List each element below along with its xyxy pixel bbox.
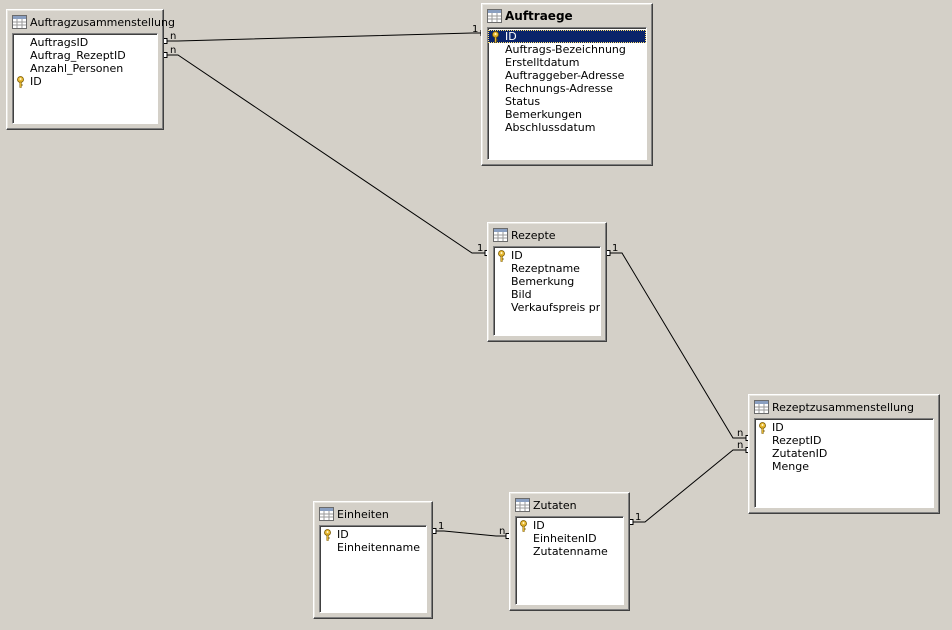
field-abschlussdatum[interactable]: Abschlussdatum [488,121,646,134]
field-anzahl-personen[interactable]: Anzahl_Personen [13,62,157,75]
field-verkaufspreis-pro-p[interactable]: Verkaufspreis pro P [494,301,600,314]
cardinality-1: 1 [438,521,444,532]
field-id[interactable]: ID [516,519,623,532]
field-list[interactable]: ID Auftrags-Bezeichnung Erstelltdatum Auftr… [487,27,647,160]
field-label: ID [30,75,42,88]
field-label: Rechnungs-Adresse [505,82,613,95]
field-list[interactable]: ID Rezeptname Bemerkung Bild Verkaufspreis p… [493,246,601,336]
cardinality-1: 1 [477,243,483,254]
relationship-canvas[interactable]: n 1 n 1 1 n 1 n 1 n Auftragzusammenstell… [0,0,952,630]
field-label: Verkaufspreis pro P [511,301,600,314]
table-title-bar[interactable]: Auftragzusammenstellung [10,13,175,31]
field-id[interactable]: ID [494,249,600,262]
relation-rezepte-rezeptzusammenstellung[interactable]: 1 n [605,243,751,441]
field-auftrags-bezeichnung[interactable]: Auftrags-Bezeichnung [488,43,646,56]
field-status[interactable]: Status [488,95,646,108]
table-title-bar[interactable]: Rezeptzusammenstellung [752,398,936,416]
field-rechnungs-adresse[interactable]: Rechnungs-Adresse [488,82,646,95]
field-label: Status [505,95,541,108]
field-label: ID [772,421,784,434]
table-einheiten[interactable]: Einheiten ID Einheitenname [313,501,433,619]
field-zutatenname[interactable]: Zutatenname [516,545,623,558]
cardinality-1: 1 [612,243,618,254]
field-label: Zutatenname [533,545,608,558]
field-bild[interactable]: Bild [494,288,600,301]
table-title-bar[interactable]: Auftraege [485,7,649,25]
field-label: RezeptID [772,434,822,447]
cardinality-1: 1 [635,512,641,523]
field-label: Erstelltdatum [505,56,580,69]
field-id[interactable]: ID [13,75,157,88]
field-bemerkungen[interactable]: Bemerkungen [488,108,646,121]
cardinality-n: n [737,428,743,439]
field-list[interactable]: ID Einheitenname [319,525,427,613]
table-auftragzusammenstellung[interactable]: Auftragzusammenstellung AuftragsID Auftra… [6,9,175,130]
field-list[interactable]: ID EinheitenID Zutatenname [515,516,624,605]
table-title: Rezeptzusammenstellung [772,400,914,414]
field-label: Abschlussdatum [505,121,596,134]
field-auftragsid[interactable]: AuftragsID [13,36,157,49]
field-list[interactable]: AuftragsID Auftrag_RezeptID Anzahl_Persone… [12,33,158,124]
table-title: Auftragzusammenstellung [30,15,175,29]
field-rezeptname[interactable]: Rezeptname [494,262,600,275]
field-label: ID [533,519,545,532]
field-rezeptid[interactable]: RezeptID [755,434,933,447]
cardinality-n: n [737,440,743,451]
table-title: Einheiten [337,507,389,521]
table-grid-icon [754,400,769,414]
cardinality-n: n [170,45,176,56]
field-zutatenid[interactable]: ZutatenID [755,447,933,460]
table-grid-icon [12,15,27,29]
field-label: Rezeptname [511,262,580,275]
field-label: Bemerkung [511,275,575,288]
field-label: Auftrags-Bezeichnung [505,43,626,56]
relation-zutaten-rezeptzusammenstellung[interactable]: 1 n [628,440,751,525]
table-grid-icon [493,228,508,242]
cardinality-n: n [499,526,505,537]
table-title: Auftraege [505,9,573,23]
table-grid-icon [515,498,530,512]
field-einheitenid[interactable]: EinheitenID [516,532,623,545]
field-erstelltdatum[interactable]: Erstelltdatum [488,56,646,69]
relation-einheiten-zutaten[interactable]: 1 n [431,521,511,539]
table-title-bar[interactable]: Zutaten [513,496,626,514]
table-zutaten[interactable]: Zutaten ID EinheitenID Zutatenname [509,492,630,611]
field-label: Auftrag_RezeptID [30,49,126,62]
table-rezeptzusammenstellung[interactable]: Rezeptzusammenstellung ID RezeptID Zutaten… [748,394,940,514]
table-auftraege[interactable]: Auftraege ID Auftrags-Bezeichnung Erstellt… [481,3,653,166]
field-label: AuftragsID [30,36,89,49]
field-label: ID [337,528,349,541]
field-label: ID [511,249,523,262]
field-label: Einheitenname [337,541,421,554]
cardinality-1: 1 [472,24,478,35]
field-label: ZutatenID [772,447,828,460]
field-id[interactable]: ID [755,421,933,434]
table-title-bar[interactable]: Rezepte [491,226,603,244]
cardinality-n: n [170,31,176,42]
table-title: Rezepte [511,228,556,242]
table-rezepte[interactable]: Rezepte ID Rezeptname Bemerkung Bild Verkauf… [487,222,607,342]
field-label: Menge [772,460,809,473]
field-label: Bemerkungen [505,108,583,121]
field-menge[interactable]: Menge [755,460,933,473]
field-list[interactable]: ID RezeptID ZutatenID Menge [754,418,934,508]
table-title-bar[interactable]: Einheiten [317,505,429,523]
field-auftraggeber-adresse[interactable]: Auftraggeber-Adresse [488,69,646,82]
field-id[interactable]: ID [320,528,426,541]
field-auftrag-rezeptid[interactable]: Auftrag_RezeptID [13,49,157,62]
field-id[interactable]: ID [488,30,646,43]
field-bemerkung[interactable]: Bemerkung [494,275,600,288]
field-label: Anzahl_Personen [30,62,124,75]
relation-auftragzusammenstellung-rezepte[interactable]: n 1 [162,45,490,256]
field-label: Auftraggeber-Adresse [505,69,625,82]
table-grid-icon [319,507,334,521]
field-label: ID [505,30,517,43]
field-label: Bild [511,288,532,301]
table-grid-icon [487,9,502,23]
field-label: EinheitenID [533,532,597,545]
table-title: Zutaten [533,498,577,512]
relation-auftragzusammenstellung-auftraege[interactable]: n 1 [162,24,486,44]
field-einheitenname[interactable]: Einheitenname [320,541,426,554]
